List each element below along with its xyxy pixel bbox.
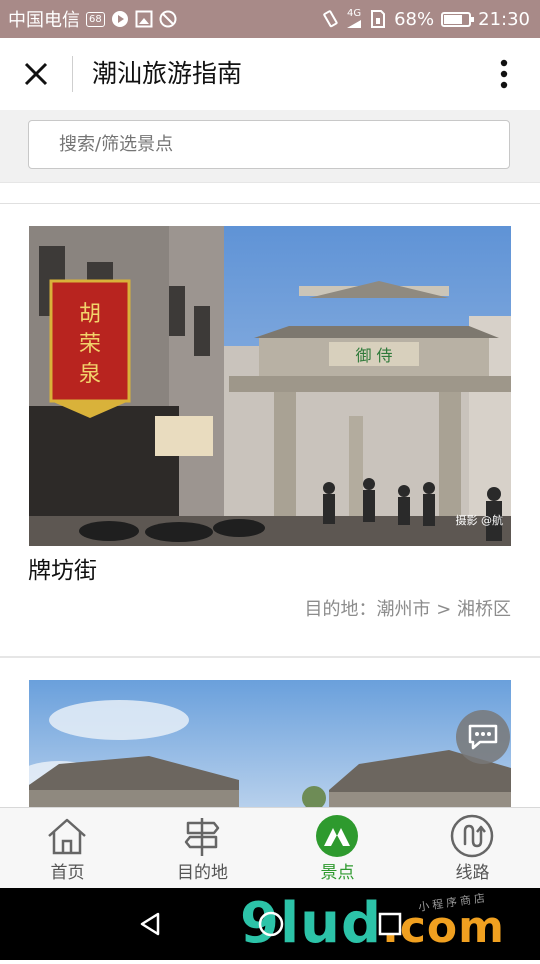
network-indicator: 4G [346,9,362,29]
home-icon [48,818,86,855]
carrier-badge: 68 [86,11,105,27]
tab-attractions[interactable]: 景点 [270,808,405,889]
home-nav-button[interactable] [253,906,289,942]
bottom-tab-bar: 首页 目的地 景点 线路 [0,807,540,889]
signpost-icon [184,818,220,856]
back-button[interactable] [132,906,168,942]
system-nav-bar: 9lud.com 小程序商店 [0,888,540,960]
tab-label: 目的地 [177,863,228,883]
carrier-name: 中国电信 [8,10,80,31]
attraction-name[interactable]: 牌坊街 [28,551,97,585]
play-icon [111,10,129,28]
sim-icon [369,10,387,28]
title-bar: 潮汕旅游指南 [0,38,540,110]
svg-text:胡: 胡 [79,302,101,327]
status-bar: 中国电信 68 4G 68% 21:30 [0,0,540,38]
close-icon [24,62,48,86]
tab-label: 线路 [455,863,490,883]
search-area [0,110,540,183]
more-vertical-icon [500,59,508,89]
recents-button[interactable] [372,906,408,942]
close-button[interactable] [18,56,54,92]
attraction-location: 目的地：潮州市 > 湘桥区 [304,599,511,620]
svg-text:荣: 荣 [79,332,101,357]
tab-label: 景点 [320,863,355,883]
recents-square-icon [378,912,402,936]
svg-text:泉: 泉 [79,362,101,387]
title-divider [72,56,73,92]
home-circle-icon [258,911,284,937]
search-input[interactable] [28,120,510,169]
list-top-divider [0,183,540,204]
more-button[interactable] [486,56,522,92]
page-title: 潮汕旅游指南 [92,59,243,88]
route-icon [450,814,494,858]
chat-bubble-icon [468,724,498,750]
attraction-photo[interactable]: 胡 荣 泉 御 侍 摄影 @航 [29,226,511,546]
blocked-icon [159,10,177,28]
network-type: 4G [347,8,362,19]
clock: 21:30 [478,8,530,30]
vibrate-icon [321,10,339,28]
mountain-icon [316,815,358,857]
photo-credit: 摄影 @航 [455,514,504,527]
tab-destination[interactable]: 目的地 [135,808,270,889]
battery-percent: 68% [394,8,435,30]
signal-icon [347,20,362,28]
paifang-street-photo: 胡 荣 泉 御 侍 [29,226,511,546]
card-divider [0,656,540,658]
attraction-photo-2 [29,680,511,807]
tab-home[interactable]: 首页 [0,808,135,889]
tab-label: 首页 [50,863,85,883]
battery-fill [444,14,462,24]
image-icon [135,10,153,28]
tab-routes[interactable]: 线路 [405,808,540,889]
battery-icon [441,11,475,27]
back-triangle-icon [140,912,160,936]
chat-button[interactable] [456,710,510,764]
svg-text:御 侍: 御 侍 [355,346,392,365]
attraction-photo[interactable] [29,680,511,807]
